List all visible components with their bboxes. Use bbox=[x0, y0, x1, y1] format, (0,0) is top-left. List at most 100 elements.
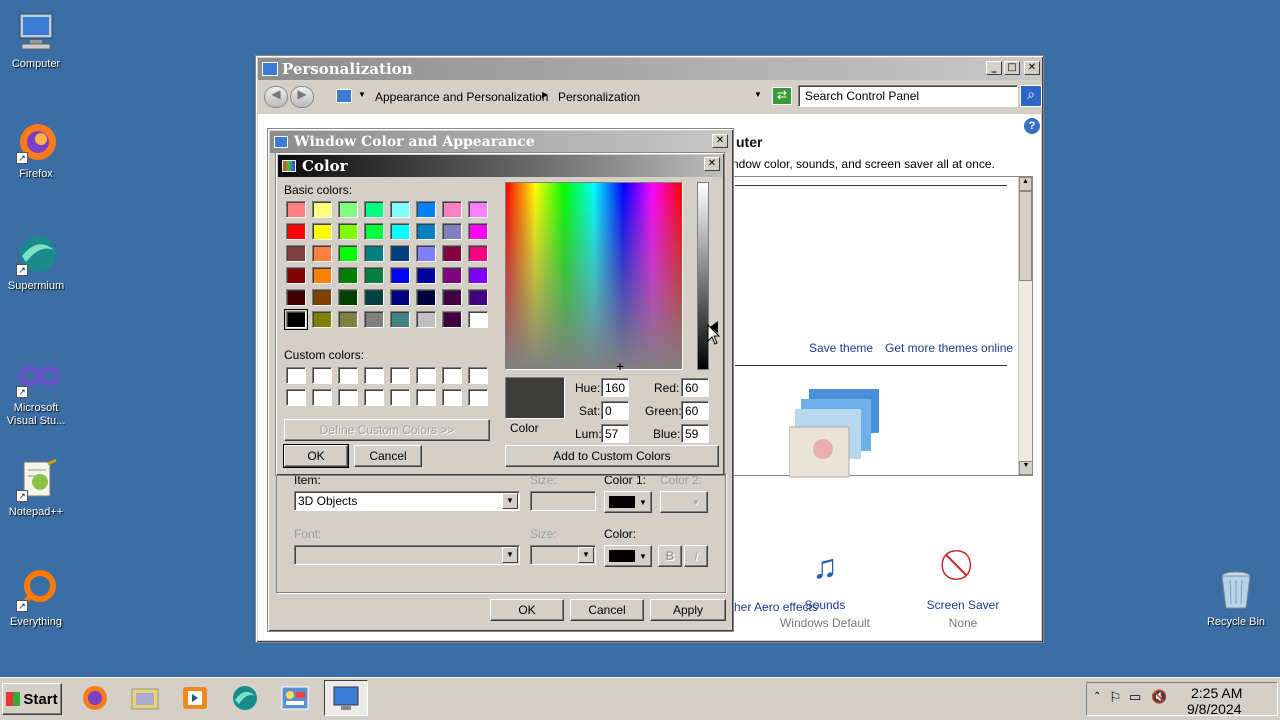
basic-color-swatch[interactable] bbox=[286, 245, 306, 262]
lum-input[interactable]: 57 bbox=[601, 424, 629, 443]
basic-color-swatch[interactable] bbox=[442, 311, 462, 328]
custom-color-swatch[interactable] bbox=[416, 367, 436, 384]
basic-color-swatch[interactable] bbox=[468, 289, 488, 306]
basic-color-swatch[interactable] bbox=[390, 267, 410, 284]
size-spinner[interactable] bbox=[530, 491, 596, 511]
basic-color-swatch[interactable] bbox=[468, 311, 488, 328]
basic-color-swatch[interactable] bbox=[364, 311, 384, 328]
basic-color-swatch[interactable] bbox=[442, 289, 462, 306]
sounds-item[interactable]: ♫ Sounds Windows Default bbox=[778, 548, 872, 630]
screensaver-item[interactable]: ⃠ Screen Saver None bbox=[916, 548, 1010, 630]
basic-color-swatch[interactable] bbox=[416, 267, 436, 284]
custom-color-swatch[interactable] bbox=[390, 367, 410, 384]
basic-color-swatch[interactable] bbox=[390, 245, 410, 262]
basic-color-swatch[interactable] bbox=[338, 223, 358, 240]
basic-color-swatch[interactable] bbox=[364, 289, 384, 306]
item-select[interactable]: 3D Objects ▼ bbox=[294, 491, 520, 511]
basic-color-swatch[interactable] bbox=[468, 267, 488, 284]
back-button[interactable]: ◀ bbox=[264, 86, 288, 108]
taskbar-media-player-icon[interactable] bbox=[178, 682, 212, 714]
color-ok-button[interactable]: OK bbox=[283, 444, 349, 468]
basic-color-swatch[interactable] bbox=[338, 311, 358, 328]
clock-date[interactable]: 9/8/2024 bbox=[1187, 701, 1242, 717]
scrollbar-thumb[interactable] bbox=[1019, 191, 1032, 281]
custom-color-swatch[interactable] bbox=[364, 367, 384, 384]
basic-color-swatch[interactable] bbox=[286, 201, 306, 218]
taskbar-personalization-icon[interactable] bbox=[324, 680, 368, 716]
basic-color-swatch[interactable] bbox=[442, 223, 462, 240]
custom-color-swatch[interactable] bbox=[442, 389, 462, 406]
hue-input[interactable]: 160 bbox=[601, 378, 629, 397]
basic-color-swatch[interactable] bbox=[416, 311, 436, 328]
show-desktop-button[interactable] bbox=[1268, 684, 1278, 714]
basic-color-swatch[interactable] bbox=[312, 289, 332, 306]
font-size-select[interactable]: ▼ bbox=[530, 545, 596, 565]
font-color-picker[interactable]: ▼ bbox=[604, 545, 652, 567]
custom-color-swatch[interactable] bbox=[442, 367, 462, 384]
custom-color-swatch[interactable] bbox=[312, 367, 332, 384]
minimize-button[interactable]: _ bbox=[986, 61, 1002, 75]
color-spectrum[interactable]: + bbox=[505, 182, 683, 373]
clock-time[interactable]: 2:25 AM bbox=[1191, 685, 1242, 701]
forward-button[interactable]: ▶ bbox=[290, 86, 314, 108]
basic-color-swatch[interactable] bbox=[390, 201, 410, 218]
basic-color-swatch[interactable] bbox=[416, 223, 436, 240]
basic-color-swatch[interactable] bbox=[312, 223, 332, 240]
breadcrumb-personalization[interactable]: Personalization bbox=[558, 90, 640, 104]
basic-color-swatch[interactable] bbox=[338, 289, 358, 306]
basic-color-swatch[interactable] bbox=[338, 267, 358, 284]
custom-color-swatch[interactable] bbox=[468, 389, 488, 406]
basic-color-swatch[interactable] bbox=[442, 201, 462, 218]
desktop-icon-computer[interactable]: Computer bbox=[0, 10, 72, 71]
search-input[interactable]: Search Control Panel bbox=[798, 85, 1018, 107]
basic-color-swatch[interactable] bbox=[312, 245, 332, 262]
font-select[interactable]: ▼ bbox=[294, 545, 520, 565]
close-button[interactable]: ✕ bbox=[1024, 61, 1040, 75]
blue-input[interactable]: 59 bbox=[681, 424, 709, 443]
flag-icon[interactable]: ⚐ bbox=[1109, 689, 1122, 706]
search-icon[interactable]: ⌕ bbox=[1020, 85, 1042, 107]
basic-color-swatch[interactable] bbox=[286, 289, 306, 306]
basic-color-swatch[interactable] bbox=[390, 223, 410, 240]
basic-color-swatch[interactable] bbox=[468, 245, 488, 262]
desktop-icon-notepad-plus-plus[interactable]: ↗ Notepad++ bbox=[0, 458, 72, 519]
basic-color-swatch[interactable] bbox=[390, 289, 410, 306]
wca-cancel-button[interactable]: Cancel bbox=[570, 599, 644, 621]
custom-color-swatch[interactable] bbox=[364, 389, 384, 406]
custom-color-swatch[interactable] bbox=[390, 389, 410, 406]
basic-color-swatch[interactable] bbox=[364, 201, 384, 218]
green-input[interactable]: 60 bbox=[681, 401, 709, 420]
desktop-icon-everything[interactable]: ↗ Everything bbox=[0, 568, 72, 629]
basic-color-swatch[interactable] bbox=[364, 267, 384, 284]
chevron-down-icon[interactable]: ▼ bbox=[754, 90, 762, 99]
basic-color-swatch[interactable] bbox=[416, 245, 436, 262]
basic-color-swatch[interactable] bbox=[390, 311, 410, 328]
desktop-icon-firefox[interactable]: ↗ Firefox bbox=[0, 120, 72, 181]
color2-picker[interactable]: ▼ bbox=[660, 491, 708, 513]
basic-color-swatch[interactable] bbox=[468, 223, 488, 240]
basic-color-swatch[interactable] bbox=[286, 223, 306, 240]
basic-color-swatch[interactable] bbox=[338, 245, 358, 262]
personalization-titlebar[interactable]: Personalization bbox=[258, 58, 1041, 80]
taskbar-supermium-icon[interactable] bbox=[228, 682, 262, 714]
taskbar-explorer-icon[interactable] bbox=[128, 682, 162, 714]
save-theme-link[interactable]: Save theme bbox=[809, 341, 873, 355]
maximize-button[interactable]: □ bbox=[1004, 61, 1020, 75]
wca-close-button[interactable]: ✕ bbox=[712, 134, 728, 148]
chevron-down-icon[interactable]: ▼ bbox=[578, 547, 594, 563]
basic-color-swatch[interactable] bbox=[442, 245, 462, 262]
wca-titlebar[interactable]: Window Color and Appearance bbox=[270, 131, 731, 153]
wca-ok-button[interactable]: OK bbox=[490, 599, 564, 621]
basic-color-swatch[interactable] bbox=[416, 289, 436, 306]
breadcrumb-appearance[interactable]: Appearance and Personalization bbox=[375, 90, 548, 104]
basic-color-swatch[interactable] bbox=[442, 267, 462, 284]
taskbar-firefox-icon[interactable] bbox=[78, 682, 112, 714]
address-field[interactable]: ▼ Appearance and Personalization ▶ Perso… bbox=[330, 86, 768, 108]
sat-input[interactable]: 0 bbox=[601, 401, 629, 420]
basic-color-swatch[interactable] bbox=[312, 311, 332, 328]
basic-color-swatch[interactable] bbox=[364, 245, 384, 262]
start-button[interactable]: Start bbox=[2, 683, 62, 715]
volume-muted-icon[interactable]: 🔇 bbox=[1151, 689, 1167, 705]
color-cancel-button[interactable]: Cancel bbox=[354, 445, 422, 467]
basic-color-swatch[interactable] bbox=[312, 267, 332, 284]
